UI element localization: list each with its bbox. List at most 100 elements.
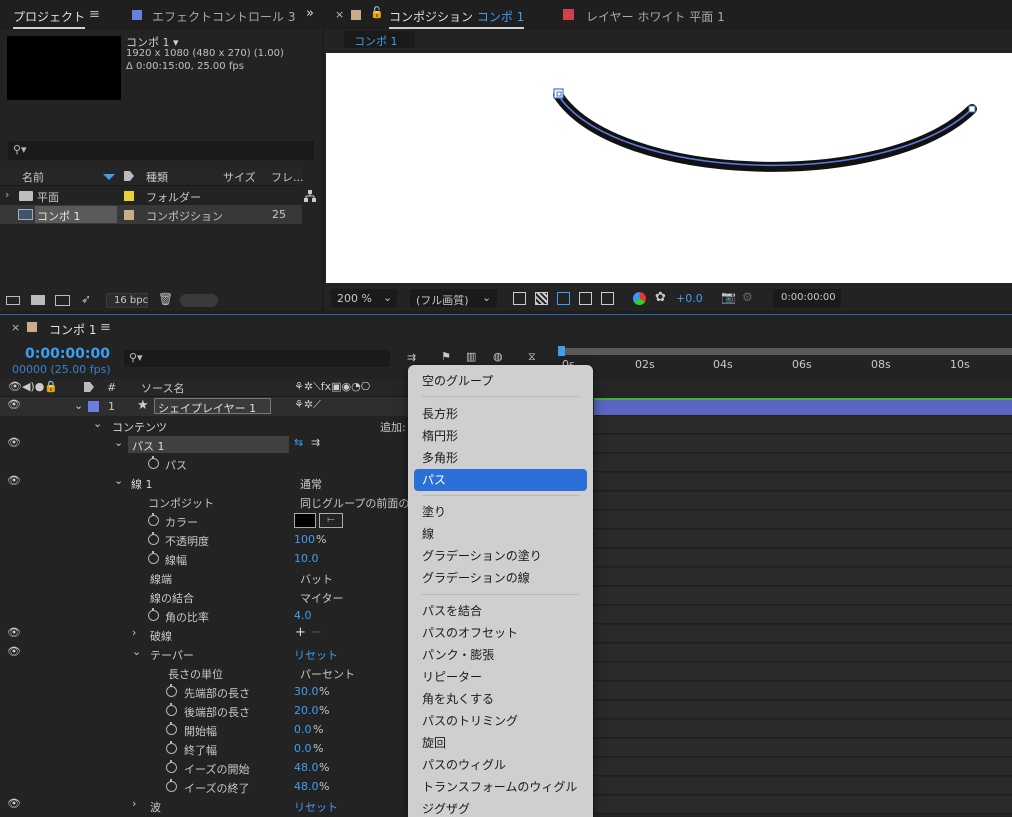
lock-icon[interactable]: 🔓 — [370, 6, 384, 19]
menu-item-wiggle-transform[interactable]: トランスフォームのウィグル — [414, 776, 587, 798]
stopwatch-icon[interactable] — [166, 722, 177, 735]
expand-arrow-icon[interactable]: ⌄ — [132, 645, 141, 658]
add-label[interactable]: 追加: — [380, 419, 406, 435]
menu-item-gradient-stroke[interactable]: グラデーションの線 — [414, 567, 587, 589]
flowchart-icon[interactable] — [304, 190, 316, 202]
menu-item-pucker-bloat[interactable]: パンク・膨張 — [414, 644, 587, 666]
menu-item-zigzag[interactable]: ジグザグ — [414, 798, 587, 817]
mask-visibility-icon[interactable] — [557, 292, 570, 305]
stopwatch-icon[interactable] — [166, 779, 177, 792]
render-icon[interactable]: ➶ — [81, 292, 91, 306]
stopwatch-icon[interactable] — [148, 456, 159, 469]
stopwatch-icon[interactable] — [166, 684, 177, 697]
stopwatch-icon[interactable] — [148, 608, 159, 621]
work-area-bar[interactable] — [560, 348, 1012, 355]
layer-duration-bar[interactable] — [594, 398, 1012, 415]
length-unit-select[interactable]: パーセント — [300, 666, 355, 682]
tab-composition[interactable]: コンポジション コンポ 1 — [389, 8, 525, 29]
path-direction-reverse-icon[interactable]: ⇉ — [311, 436, 320, 449]
layer-collapse-icon[interactable]: ⌄ — [74, 399, 83, 412]
stopwatch-icon[interactable] — [148, 513, 159, 526]
new-folder-icon[interactable] — [31, 295, 45, 305]
start-length-value[interactable]: 30.0 — [294, 685, 319, 698]
stopwatch-icon[interactable] — [148, 532, 159, 545]
project-scroll-thumb[interactable] — [180, 294, 218, 307]
project-item-comp[interactable]: コンポ 1 コンポジション 25 — [0, 205, 302, 224]
layer-name-field[interactable]: シェイプレイヤー 1 — [154, 398, 271, 415]
guides-icon[interactable] — [601, 292, 614, 305]
close-timeline-icon[interactable]: × — [11, 321, 20, 334]
menu-item-polygon[interactable]: 多角形 — [414, 447, 587, 469]
playhead-icon[interactable] — [558, 346, 565, 356]
taper-reset-link[interactable]: リセット — [294, 647, 338, 663]
menu-item-ellipse[interactable]: 楕円形 — [414, 425, 587, 447]
column-source-name[interactable]: ソース名 — [141, 380, 184, 396]
join-select[interactable]: マイター — [300, 590, 344, 606]
expand-arrow-icon[interactable]: › — [132, 626, 136, 639]
expand-arrow-icon[interactable]: ⌄ — [114, 436, 123, 449]
column-size[interactable]: サイズ — [223, 169, 256, 185]
menu-item-repeater[interactable]: リピーター — [414, 666, 587, 688]
tab-layer[interactable]: レイヤー ホワイト 平面 1 — [586, 8, 725, 25]
wave-reset-link[interactable]: リセット — [294, 799, 338, 815]
color-channels-icon[interactable] — [633, 292, 646, 305]
composite-select[interactable]: 同じグループの前面の — [300, 495, 408, 511]
time-ruler[interactable]: 0s 02s 04s 06s 08s 10s — [560, 356, 1012, 380]
transparency-grid-icon[interactable] — [535, 292, 548, 305]
hide-shy-icon[interactable]: ▥ — [466, 350, 476, 363]
stopwatch-icon[interactable] — [166, 741, 177, 754]
trash-icon[interactable]: 🗑 — [158, 292, 173, 306]
menu-item-merge-paths[interactable]: パスを結合 — [414, 600, 587, 622]
stopwatch-icon[interactable] — [166, 760, 177, 773]
cap-select[interactable]: バット — [300, 571, 333, 587]
opacity-value[interactable]: 100 — [294, 533, 315, 546]
draft-3d-icon[interactable]: ⚑ — [441, 350, 451, 363]
expand-arrow-icon[interactable]: › — [132, 797, 136, 810]
stopwatch-icon[interactable] — [166, 703, 177, 716]
comp-breadcrumb[interactable]: コンポ 1 — [344, 31, 415, 48]
menu-item-offset-paths[interactable]: パスのオフセット — [414, 622, 587, 644]
timeline-tab[interactable]: コンポ 1 — [49, 321, 96, 338]
column-type[interactable]: 種類 — [146, 169, 168, 185]
visibility-icon[interactable]: 👁 — [7, 474, 21, 487]
menu-item-twist[interactable]: 旋回 — [414, 732, 587, 754]
zoom-select[interactable]: 200 % ⌄ — [331, 289, 397, 307]
tab-menu-icon[interactable]: ≡ — [89, 7, 100, 22]
comp-canvas[interactable] — [326, 53, 1012, 283]
add-dash-icon[interactable]: + — [295, 625, 306, 640]
column-frame[interactable]: フレ... — [271, 169, 304, 185]
stopwatch-icon[interactable] — [148, 551, 159, 564]
timeline-menu-icon[interactable]: ≡ — [100, 320, 111, 335]
snapshot-icon[interactable]: 📷 — [721, 290, 736, 304]
visibility-icon[interactable]: 👁 — [7, 645, 21, 658]
menu-item-trim-paths[interactable]: パスのトリミング — [414, 710, 587, 732]
path-direction-icon[interactable]: ⇆ — [294, 436, 303, 449]
start-width-value[interactable]: 0.0 — [294, 723, 312, 736]
new-comp-icon[interactable] — [55, 295, 70, 306]
timeline-search-input[interactable]: ⚲▾ — [124, 350, 390, 367]
exposure-value[interactable]: +0.0 — [676, 292, 703, 305]
expand-arrow-icon[interactable]: › — [5, 188, 9, 201]
show-snapshot-icon[interactable]: ⚙ — [742, 290, 753, 304]
ease-in-value[interactable]: 48.0 — [294, 761, 319, 774]
tab-effect-controls[interactable]: エフェクトコントロール 3 — [152, 8, 310, 25]
graph-editor-icon[interactable]: ⧖ — [528, 350, 536, 364]
menu-item-fill[interactable]: 塗り — [414, 501, 587, 523]
close-tab-icon[interactable]: × — [335, 8, 344, 21]
layer-switches-icon[interactable]: ⚘✲⟋ — [294, 398, 321, 412]
project-item-folder[interactable]: › 平面 フォルダー — [0, 187, 302, 205]
menu-item-round-corners[interactable]: 角を丸くする — [414, 688, 587, 710]
expand-arrow-icon[interactable]: ⌄ — [93, 417, 102, 430]
column-name[interactable]: 名前 — [22, 169, 44, 185]
expand-arrow-icon[interactable]: ⌄ — [114, 474, 123, 487]
interpret-footage-icon[interactable] — [6, 296, 20, 305]
exposure-reset-icon[interactable]: ✿ — [655, 290, 666, 305]
menu-item-gradient-fill[interactable]: グラデーションの塗り — [414, 545, 587, 567]
visibility-icon[interactable]: 👁 — [7, 626, 21, 639]
menu-item-rectangle[interactable]: 長方形 — [414, 403, 587, 425]
visibility-icon[interactable]: 👁 — [7, 436, 21, 449]
frame-blending-icon[interactable]: ◍ — [493, 350, 503, 363]
end-length-value[interactable]: 20.0 — [294, 704, 319, 717]
visibility-icon[interactable]: 👁 — [7, 797, 21, 810]
width-value[interactable]: 10.0 — [294, 552, 319, 565]
